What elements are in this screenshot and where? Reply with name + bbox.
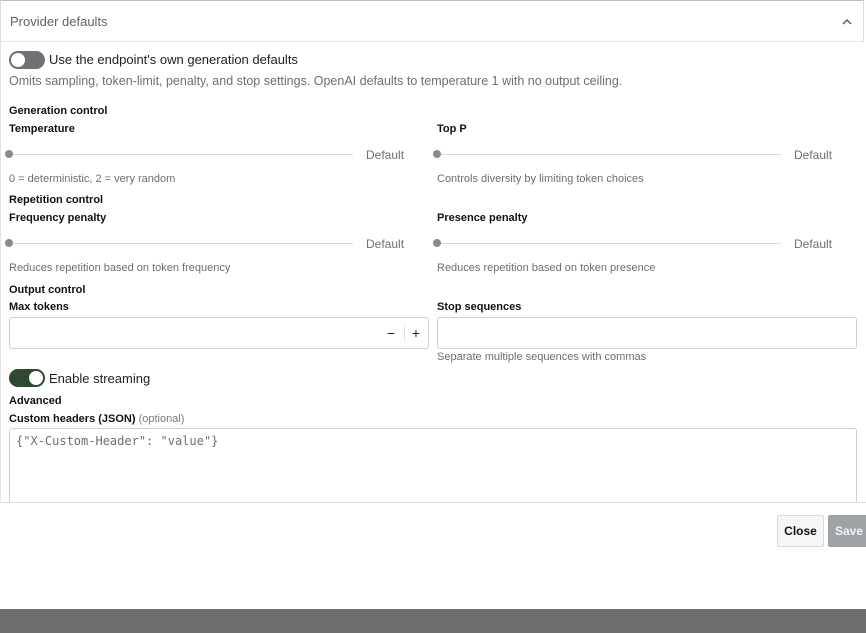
top-p-slider-thumb[interactable] — [433, 150, 441, 158]
temperature-slider-thumb[interactable] — [5, 150, 13, 158]
top-p-value: Default — [794, 148, 833, 162]
custom-headers-textarea[interactable]: {"X-Custom-Header": "value"} — [9, 428, 857, 502]
repetition-control-heading: Repetition control — [9, 194, 104, 206]
section-header[interactable]: Provider defaults — [0, 0, 864, 42]
endpoint-defaults-help: Omits sampling, token-limit, penalty, an… — [9, 74, 623, 88]
bottom-overlay-bar — [0, 609, 866, 633]
frequency-penalty-slider-thumb[interactable] — [5, 239, 13, 247]
frequency-penalty-slider-track[interactable] — [9, 243, 353, 244]
toggle-knob — [11, 53, 25, 67]
stepper-divider — [404, 325, 405, 341]
max-tokens-label: Max tokens — [9, 301, 69, 313]
custom-headers-placeholder: {"X-Custom-Header": "value"} — [16, 434, 219, 448]
frequency-penalty-help: Reduces repetition based on token freque… — [9, 262, 231, 274]
presence-penalty-label: Presence penalty — [437, 212, 528, 224]
footer-divider — [0, 502, 866, 503]
optional-hint: (optional) — [138, 413, 185, 425]
chevron-up-icon[interactable] — [841, 16, 853, 28]
toggle-knob — [29, 371, 43, 385]
save-button[interactable]: Save — [828, 515, 866, 547]
advanced-heading: Advanced — [9, 395, 62, 407]
frequency-penalty-value: Default — [366, 237, 405, 251]
close-button[interactable]: Close — [777, 515, 824, 547]
generation-control-heading: Generation control — [9, 105, 108, 117]
top-p-help: Controls diversity by limiting token cho… — [437, 173, 644, 185]
section-title: Provider defaults — [10, 14, 108, 29]
endpoint-defaults-label: Use the endpoint's own generation defaul… — [49, 52, 298, 67]
temperature-slider-track[interactable] — [9, 154, 353, 155]
custom-headers-label: Custom headers (JSON) (optional) — [9, 413, 184, 425]
content-border — [0, 42, 1, 502]
top-p-slider-track[interactable] — [437, 154, 781, 155]
temperature-help: 0 = deterministic, 2 = very random — [9, 173, 176, 185]
stop-sequences-label: Stop sequences — [437, 301, 522, 313]
presence-penalty-value: Default — [794, 237, 833, 251]
presence-penalty-slider-thumb[interactable] — [433, 239, 441, 247]
decrement-button[interactable]: − — [384, 326, 398, 340]
top-p-label: Top P — [437, 123, 467, 135]
stop-sequences-input[interactable] — [437, 317, 857, 349]
endpoint-defaults-toggle[interactable] — [9, 51, 45, 69]
stop-sequences-help: Separate multiple sequences with commas — [437, 351, 647, 363]
provider-defaults-panel: Provider defaults Use the endpoint's own… — [0, 0, 866, 502]
temperature-value: Default — [366, 148, 405, 162]
increment-button[interactable]: + — [409, 326, 423, 340]
presence-penalty-slider-track[interactable] — [437, 243, 781, 244]
output-control-heading: Output control — [9, 284, 86, 296]
streaming-label: Enable streaming — [49, 371, 151, 386]
custom-headers-label-text: Custom headers (JSON) — [9, 413, 136, 425]
frequency-penalty-label: Frequency penalty — [9, 212, 107, 224]
temperature-label: Temperature — [9, 123, 75, 135]
streaming-toggle[interactable] — [9, 369, 45, 387]
presence-penalty-help: Reduces repetition based on token presen… — [437, 262, 656, 274]
max-tokens-input[interactable]: − + — [9, 317, 429, 349]
